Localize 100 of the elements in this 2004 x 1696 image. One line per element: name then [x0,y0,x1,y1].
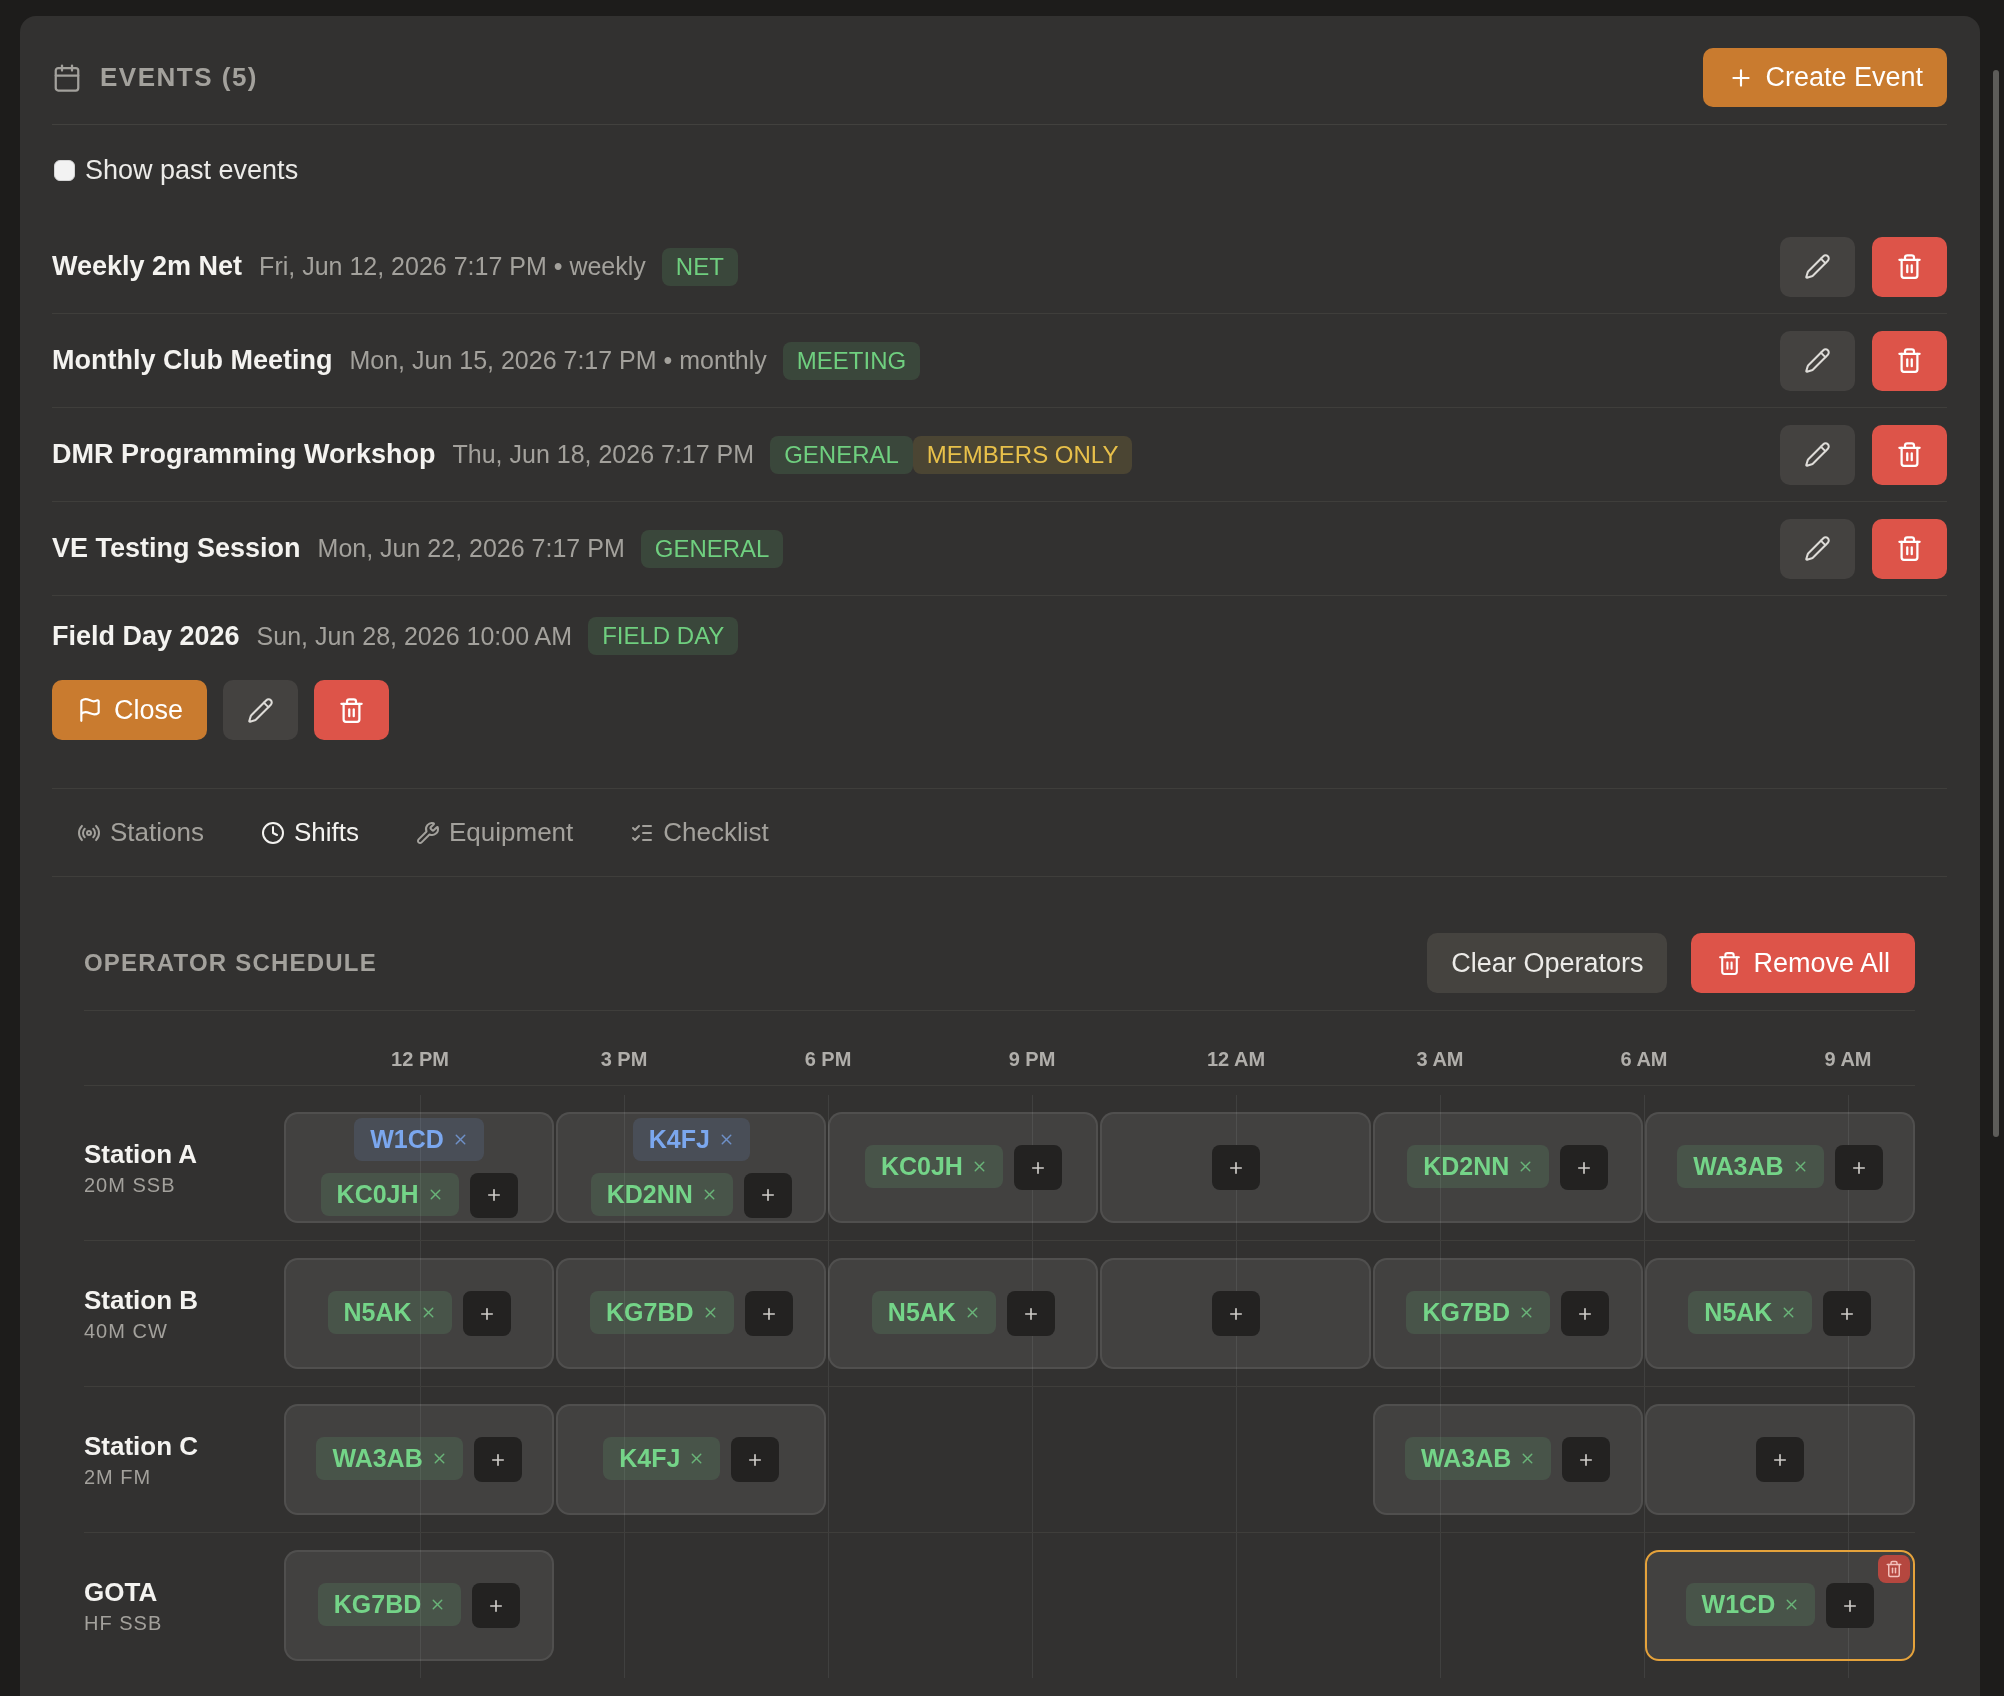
operator-callsign: WA3AB [332,1444,423,1473]
trash-icon [1885,1560,1903,1578]
pencil-icon [1804,347,1831,374]
shift-block[interactable] [1100,1258,1371,1369]
operator-callsign: WA3AB [1693,1152,1784,1181]
operator-callsign: KG7BD [333,1590,422,1619]
scrollbar-thumb[interactable] [1993,70,1999,1137]
shift-block[interactable]: N5AK [828,1258,1099,1369]
operator-callsign: WA3AB [1421,1444,1512,1473]
shift-block[interactable]: WA3AB [1644,1112,1915,1223]
create-event-button[interactable]: Create Event [1703,48,1947,107]
remove-all-button[interactable]: Remove All [1691,933,1915,993]
edit-button[interactable] [223,680,299,740]
trash-icon [338,696,366,724]
shift-block[interactable]: KG7BD [556,1258,827,1369]
event-date: Mon, Jun 15, 2026 7:17 PM • monthly [349,346,767,375]
delete-button[interactable] [1872,424,1947,485]
shift-block[interactable]: KD2NN [1372,1112,1643,1223]
event-date: Thu, Jun 18, 2026 7:17 PM [452,440,755,469]
edit-button[interactable] [1780,236,1855,297]
tab[interactable]: Equipment [391,804,599,861]
tab[interactable]: Checklist [605,804,794,861]
station-name: GOTA [84,1575,158,1608]
event-title: DMR Programming Workshop [52,439,436,470]
time-label: 3 PM [600,1047,648,1071]
operator-callsign: N5AK [887,1298,956,1327]
operator-callsign: KC0JH [880,1152,963,1181]
event-date: Sun, Jun 28, 2026 10:00 AM [256,621,573,651]
add-operator-button[interactable] [1561,1291,1609,1336]
trash-icon [1896,441,1923,468]
time-label: 12 PM [391,1047,449,1071]
shift-block[interactable]: KG7BD [284,1550,555,1661]
event-date: Fri, Jun 12, 2026 7:17 PM • weekly [259,252,646,281]
station-name: Station A [84,1137,198,1170]
operator-callsign: K4FJ [648,1124,710,1154]
delete-button[interactable] [1872,330,1947,391]
operator-callsign: KG7BD [1422,1298,1510,1327]
station-name: Station B [84,1283,199,1316]
shift-block[interactable]: K4FJ [556,1404,827,1515]
shift-block[interactable]: N5AK [284,1258,555,1369]
time-label: 9 PM [1008,1047,1056,1071]
operator-callsign: N5AK [1704,1298,1773,1327]
delete-shift-button[interactable] [1878,1555,1910,1583]
time-label: 12 AM [1206,1047,1266,1071]
clear-operators-button[interactable]: Clear Operators [1427,933,1668,993]
shift-block[interactable]: W1CD KC0JH [284,1112,555,1223]
delete-button[interactable] [1872,236,1947,297]
pencil-icon [1804,535,1831,562]
time-label: 3 AM [1416,1047,1464,1071]
operator-callsign: W1CD [1701,1590,1776,1619]
wrench-icon [416,820,440,845]
event-title: Monthly Club Meeting [52,345,333,376]
pencil-icon [1804,253,1831,280]
edit-button[interactable] [1780,424,1855,485]
event-tag: GENERAL [770,435,913,474]
checkbox[interactable] [54,160,75,181]
checkbox-label[interactable]: Show past events [85,155,299,186]
trash-icon [1896,347,1923,374]
flag-icon [77,697,103,723]
event-title: VE Testing Session [52,533,301,564]
calendar-icon [52,62,82,93]
pencil-icon [1804,441,1831,468]
tab[interactable]: Stations [52,804,229,861]
tab[interactable]: Shifts [235,804,384,861]
operator-callsign: KD2NN [1423,1152,1510,1181]
shift-block[interactable] [1644,1404,1915,1515]
operator-callsign: N5AK [343,1298,412,1327]
station-band-label: 2M FM [84,1464,152,1490]
operator-callsign: KD2NN [606,1179,693,1209]
shift-block[interactable] [1100,1112,1371,1223]
shift-block[interactable]: KC0JH [828,1112,1099,1223]
event-tag: FIELD DAY [588,617,739,655]
shift-block[interactable]: WA3AB [284,1404,555,1515]
operator-callsign: W1CD [370,1124,444,1154]
time-label: 9 AM [1824,1047,1872,1071]
shift-block[interactable]: W1CD [1644,1550,1915,1661]
delete-button[interactable] [1872,518,1947,579]
shift-block[interactable]: KG7BD [1372,1258,1643,1369]
operator-callsign: K4FJ [619,1444,681,1473]
shift-block[interactable]: WA3AB [1372,1404,1643,1515]
shift-block[interactable]: N5AK [1644,1258,1915,1369]
close-event-button[interactable]: Close [52,680,208,740]
pencil-icon [247,696,275,724]
operator-callsign: KG7BD [606,1298,694,1327]
event-tag: MEETING [782,341,921,380]
panel-title: EVENTS (5) [100,62,259,93]
shift-block[interactable]: K4FJ KD2NN [556,1112,827,1223]
station-name: Station C [84,1429,199,1462]
event-title: Weekly 2m Net [52,251,243,282]
section-title: OPERATOR SCHEDULE [84,949,377,977]
station-band-label: 40M CW [84,1318,168,1344]
edit-button[interactable] [1780,330,1855,391]
station-band-label: 20M SSB [84,1172,176,1198]
delete-button[interactable] [314,680,390,740]
event-date: Mon, Jun 22, 2026 7:17 PM [317,534,625,563]
time-label: 6 PM [804,1047,852,1071]
edit-button[interactable] [1780,518,1855,579]
event-tag: MEMBERS ONLY [912,435,1133,474]
operator-callsign: KC0JH [336,1179,419,1209]
station-band-label: HF SSB [84,1610,163,1636]
